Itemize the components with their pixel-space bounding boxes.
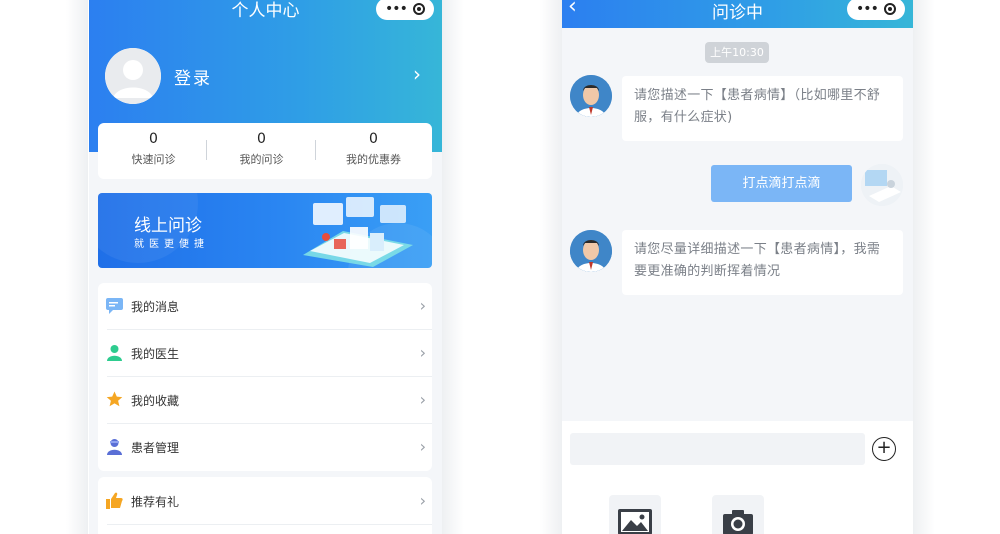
- thumbs-up-icon: [106, 492, 123, 509]
- menu-item-label: 我的收藏: [131, 394, 180, 408]
- menu-item-referral[interactable]: 推荐有礼 ›: [98, 478, 432, 524]
- left-phone-frame-edge-right: [442, 0, 464, 534]
- stat-my-consult[interactable]: 0 我的问诊: [206, 131, 317, 167]
- chevron-right-icon[interactable]: ›: [413, 62, 421, 86]
- chevron-right-icon: ›: [419, 390, 426, 409]
- take-photo-button[interactable]: [712, 495, 764, 534]
- chevron-right-icon: ›: [419, 491, 426, 510]
- message-icon: [106, 298, 123, 314]
- image-icon: [618, 509, 652, 534]
- doctor-icon: [107, 345, 122, 361]
- menu-item-label: 我的医生: [131, 347, 180, 361]
- user-portrait: [861, 164, 903, 206]
- doctor-message-bubble: 请您尽量详细描述一下【患者病情】，我需要更准确的判断挥着情况: [622, 230, 903, 295]
- add-attachment-button[interactable]: +: [872, 437, 896, 461]
- stat-quick-consult[interactable]: 0 快速问诊: [98, 131, 209, 167]
- mini-program-capsule[interactable]: •••: [847, 0, 905, 20]
- chevron-right-icon: ›: [419, 437, 426, 456]
- menu-group-main: 我的消息 › 我的医生 › 我的收藏 › 患者管理 ›: [98, 283, 432, 471]
- stats-card: 0 快速问诊 0 我的问诊 0 我的优惠券: [98, 123, 432, 179]
- star-icon: [106, 391, 123, 407]
- profile-screen: 个人中心 ••• 登录 › 0 快速问诊 0 我的问诊 0 我的优惠券 线上问诊…: [89, 0, 442, 534]
- menu-item-patients[interactable]: 患者管理 ›: [98, 424, 432, 470]
- stat-label: 快速问诊: [131, 153, 176, 166]
- chevron-right-icon: ›: [419, 343, 426, 362]
- default-avatar-icon: [105, 48, 161, 104]
- stat-value: 0: [369, 131, 378, 147]
- user-avatar[interactable]: [861, 164, 903, 206]
- close-target-icon[interactable]: [412, 3, 425, 15]
- chat-input-bar: +: [562, 421, 913, 534]
- menu-item-label: 患者管理: [131, 441, 180, 455]
- menu-item-label: 推荐有礼: [131, 495, 180, 509]
- online-consult-banner[interactable]: 线上问诊 就医更便捷: [98, 193, 432, 268]
- left-phone-frame-edge: [66, 0, 88, 534]
- send-image-button[interactable]: [609, 495, 661, 534]
- stat-label: 我的问诊: [239, 153, 284, 166]
- camera-icon: [723, 510, 753, 534]
- chevron-right-icon: ›: [419, 296, 426, 315]
- stat-my-coupons[interactable]: 0 我的优惠券: [318, 131, 429, 167]
- more-icon[interactable]: •••: [385, 2, 408, 16]
- doctor-avatar[interactable]: [570, 230, 612, 272]
- stat-value: 0: [149, 131, 158, 147]
- close-target-icon[interactable]: [883, 3, 896, 15]
- right-phone-frame-edge: [540, 0, 562, 534]
- timestamp: 上午10:30: [705, 42, 769, 63]
- menu-item-doctors[interactable]: 我的医生 ›: [98, 330, 432, 376]
- chat-screen: ‹ 问诊中 ••• 上午10:30 请您描述一下【患者病情】（比如哪里不舒服，有…: [562, 0, 913, 534]
- doctor-portrait: [570, 230, 612, 272]
- doctor-avatar[interactable]: [570, 75, 612, 117]
- more-icon[interactable]: •••: [856, 2, 879, 16]
- menu-item-favorites[interactable]: 我的收藏 ›: [98, 377, 432, 423]
- login-link[interactable]: 登录: [174, 64, 212, 89]
- mini-program-capsule[interactable]: •••: [376, 0, 434, 20]
- menu-item-label: 我的消息: [131, 300, 180, 314]
- banner-subtitle: 就医更便捷: [134, 239, 209, 250]
- user-message-bubble: 打点滴打点滴: [711, 165, 852, 202]
- doctor-portrait: [570, 75, 612, 117]
- patient-icon: [107, 439, 122, 455]
- divider: [107, 524, 432, 525]
- avatar[interactable]: [105, 48, 161, 104]
- stat-value: 0: [257, 131, 266, 147]
- message-input[interactable]: [570, 433, 865, 465]
- right-phone-frame-edge-right: [913, 0, 935, 534]
- menu-group-secondary: 推荐有礼 ›: [98, 477, 432, 534]
- chat-nav-bar: ‹ 问诊中 •••: [562, 0, 913, 28]
- doctor-message-bubble: 请您描述一下【患者病情】（比如哪里不舒服，有什么症状): [622, 76, 903, 141]
- stat-label: 我的优惠券: [346, 153, 401, 166]
- banner-title: 线上问诊: [134, 216, 202, 236]
- menu-item-messages[interactable]: 我的消息 ›: [98, 283, 432, 329]
- divider: [315, 140, 316, 160]
